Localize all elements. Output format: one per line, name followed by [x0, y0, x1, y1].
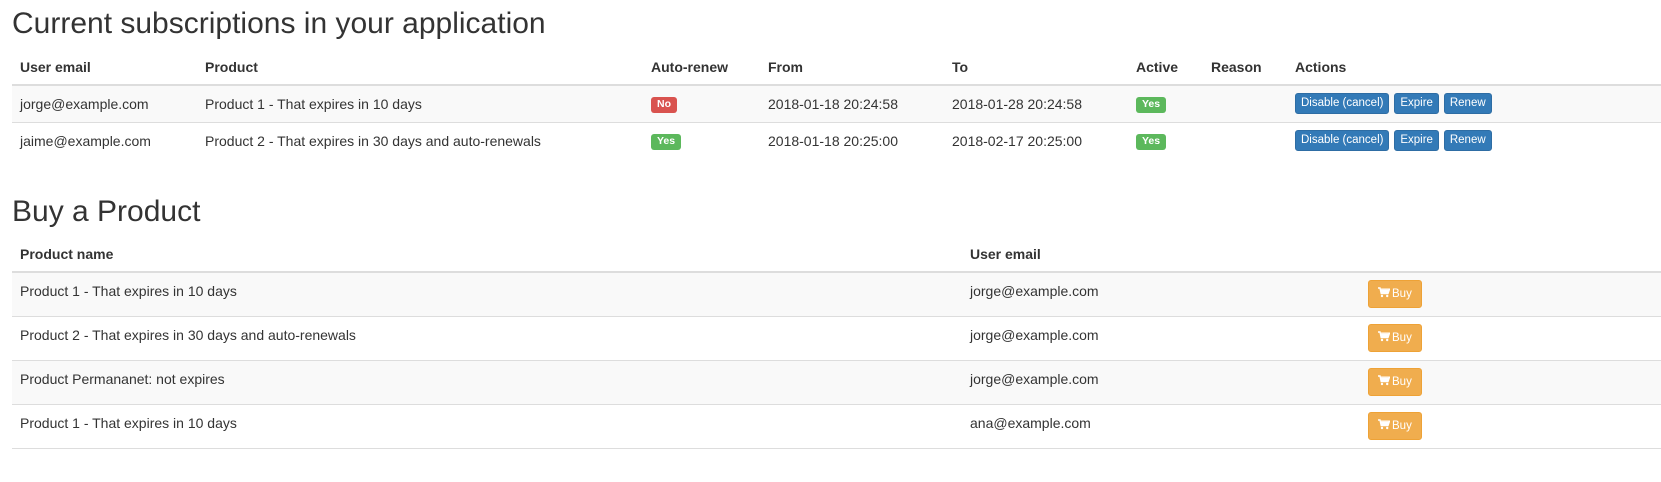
column-header-from: From: [760, 49, 944, 86]
renew-button[interactable]: Renew: [1443, 130, 1492, 152]
active-badge: Yes: [1136, 97, 1167, 114]
buy-header-row: Product name User email: [12, 236, 1661, 273]
subscription-email: jaime@example.com: [12, 121, 197, 159]
renew-button[interactable]: Renew: [1443, 93, 1492, 115]
active-badge: Yes: [1136, 134, 1167, 151]
action-buttons: Disable (cancel) Expire Renew: [1295, 93, 1493, 115]
disable-cancel-button[interactable]: Disable (cancel): [1295, 93, 1390, 115]
buy-product-heading: Buy a Product: [12, 195, 201, 228]
buy-button[interactable]: Buy: [1368, 368, 1422, 396]
buy-product-name: Product 1 - That expires in 10 days: [12, 403, 962, 449]
column-header-user-email: User email: [12, 49, 197, 86]
auto-renew-badge: Yes: [651, 134, 682, 151]
buy-product-name: Product Permananet: not expires: [12, 359, 962, 405]
expire-button[interactable]: Expire: [1394, 130, 1439, 152]
buy-row: Product 1 - That expires in 10 days jorg…: [12, 271, 1661, 317]
auto-renew-cell: No: [643, 84, 760, 122]
column-header-buy: [1360, 236, 1661, 273]
column-header-product-name: Product name: [12, 236, 962, 273]
buy-cell: Buy: [1360, 271, 1661, 317]
buy-button[interactable]: Buy: [1368, 280, 1422, 309]
subscription-reason: [1203, 84, 1287, 122]
shopping-cart-icon: [1378, 287, 1390, 298]
column-header-user-email: User email: [962, 236, 1360, 273]
buy-row: Product Permananet: not expires jorge@ex…: [12, 359, 1661, 405]
action-buttons: Disable (cancel) Expire Renew: [1295, 130, 1493, 152]
actions-cell: Disable (cancel) Expire Renew: [1287, 84, 1661, 122]
subscription-to: 2018-01-28 20:24:58: [944, 84, 1128, 122]
buy-button-label: Buy: [1392, 420, 1412, 432]
subscription-product: Product 2 - That expires in 30 days and …: [197, 121, 643, 159]
buy-button-label: Buy: [1392, 288, 1412, 301]
column-header-auto-renew: Auto-renew: [643, 49, 760, 86]
buy-button[interactable]: Buy: [1368, 324, 1422, 352]
buy-user-email: jorge@example.com: [962, 359, 1360, 405]
subscription-to: 2018-02-17 20:25:00: [944, 121, 1128, 159]
expire-button[interactable]: Expire: [1394, 93, 1439, 115]
subscription-row: jaime@example.com Product 2 - That expir…: [12, 121, 1661, 159]
subscriptions-table: User email Product Auto-renew From To Ac…: [12, 49, 1661, 159]
subscription-product: Product 1 - That expires in 10 days: [197, 84, 643, 122]
subscription-row: jorge@example.com Product 1 - That expir…: [12, 84, 1661, 122]
buy-row: Product 2 - That expires in 30 days and …: [12, 315, 1661, 361]
buy-user-email: jorge@example.com: [962, 315, 1360, 361]
buy-product-name: Product 1 - That expires in 10 days: [12, 271, 962, 317]
buy-button[interactable]: Buy: [1368, 412, 1422, 440]
column-header-reason: Reason: [1203, 49, 1287, 86]
subscription-from: 2018-01-18 20:25:00: [760, 121, 944, 159]
actions-cell: Disable (cancel) Expire Renew: [1287, 121, 1661, 159]
buy-product-table: Product name User email Product 1 - That…: [12, 236, 1661, 449]
column-header-actions: Actions: [1287, 49, 1661, 86]
subscriptions-heading: Current subscriptions in your applicatio…: [12, 7, 546, 40]
buy-cell: Buy: [1360, 315, 1661, 361]
disable-cancel-button[interactable]: Disable (cancel): [1295, 130, 1390, 152]
subscription-from: 2018-01-18 20:24:58: [760, 84, 944, 122]
subscription-email: jorge@example.com: [12, 84, 197, 122]
buy-cell: Buy: [1360, 359, 1661, 405]
shopping-cart-icon: [1378, 419, 1390, 430]
buy-product-name: Product 2 - That expires in 30 days and …: [12, 315, 962, 361]
buy-button-label: Buy: [1392, 376, 1412, 388]
auto-renew-badge: No: [651, 97, 677, 114]
column-header-active: Active: [1128, 49, 1203, 86]
buy-user-email: jorge@example.com: [962, 271, 1360, 317]
active-cell: Yes: [1128, 121, 1203, 159]
buy-user-email: ana@example.com: [962, 403, 1360, 449]
auto-renew-cell: Yes: [643, 121, 760, 159]
column-header-to: To: [944, 49, 1128, 86]
column-header-product: Product: [197, 49, 643, 86]
subscription-reason: [1203, 121, 1287, 159]
shopping-cart-icon: [1378, 375, 1390, 386]
buy-button-label: Buy: [1392, 332, 1412, 344]
shopping-cart-icon: [1378, 331, 1390, 342]
active-cell: Yes: [1128, 84, 1203, 122]
buy-cell: Buy: [1360, 403, 1661, 449]
buy-row: Product 1 - That expires in 10 days ana@…: [12, 403, 1661, 449]
subscriptions-header-row: User email Product Auto-renew From To Ac…: [12, 49, 1661, 86]
